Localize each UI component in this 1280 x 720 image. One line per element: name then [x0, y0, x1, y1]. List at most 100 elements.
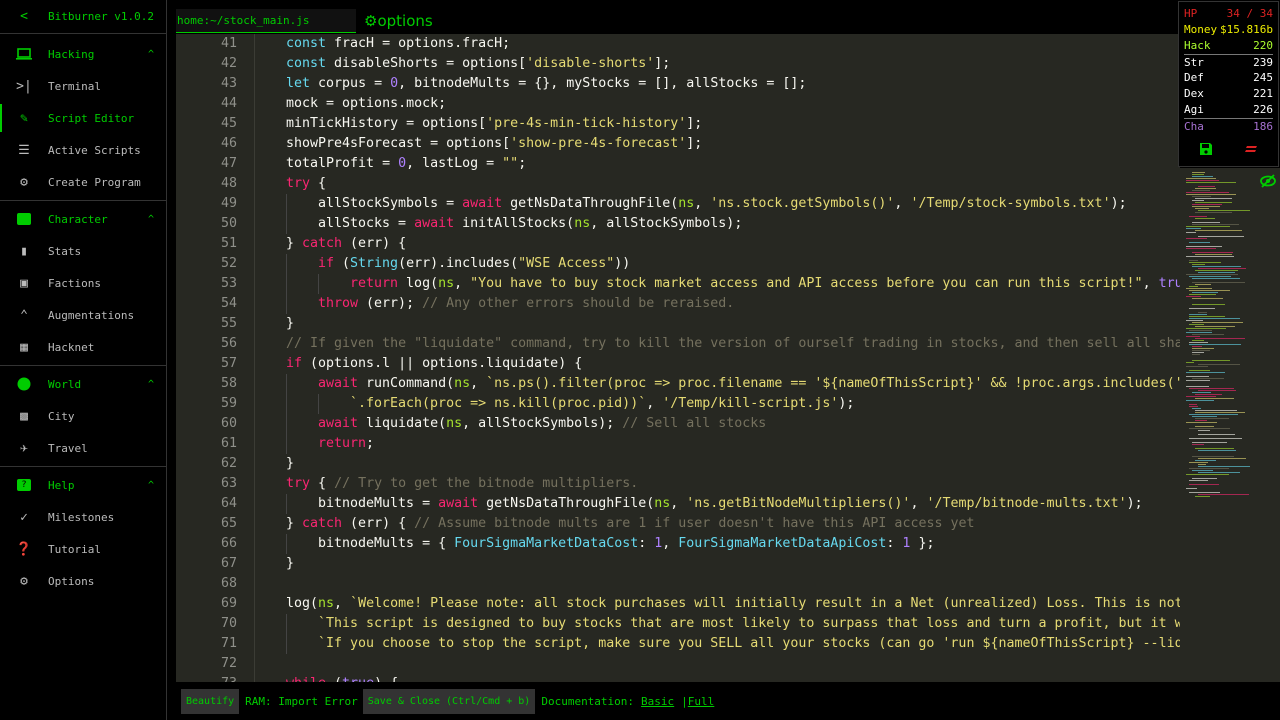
docs-full-link[interactable]: Full	[688, 695, 715, 708]
sidebar-item-active-scripts[interactable]: ☰ Active Scripts	[0, 134, 166, 166]
minimap-line	[1195, 418, 1229, 419]
code-line[interactable]: 72	[176, 654, 1180, 674]
code-token: catch	[302, 236, 343, 251]
sidebar-item-label: Augmentations	[48, 308, 135, 322]
filename-tab[interactable]: home:~/stock_main.js	[176, 9, 356, 33]
kill-scripts-icon[interactable]	[1244, 142, 1258, 156]
code-line[interactable]: 70 `This script is designed to buy stocks…	[176, 614, 1180, 634]
help-box-icon: ?	[0, 479, 48, 491]
minimap-line	[1192, 340, 1204, 341]
code-line[interactable]: 44 mock = options.mock;	[176, 94, 1180, 114]
minimap-line	[1192, 350, 1210, 351]
code-token: , allStockSymbols);	[590, 216, 743, 231]
sidebar-item-script-editor[interactable]: ✎ Script Editor	[0, 102, 166, 134]
sidebar-item-travel[interactable]: ✈ Travel	[0, 432, 166, 464]
code-line[interactable]: 55}	[176, 314, 1180, 334]
sidebar-section-world[interactable]: World ^	[0, 368, 166, 400]
sidebar-header[interactable]: < Bitburner v1.0.2	[0, 0, 166, 34]
line-number: 42	[220, 56, 237, 71]
code-line[interactable]: 52 if (String(err).includes("WSE Access")…	[176, 254, 1180, 274]
sidebar-divider	[0, 200, 166, 201]
code-text: allStocks = await initAllStocks(ns, allS…	[318, 214, 742, 234]
code-line[interactable]: 61 return;	[176, 434, 1180, 454]
sidebar-item-terminal[interactable]: >| Terminal	[0, 70, 166, 102]
sidebar-item-hacknet[interactable]: ▦ Hacknet	[0, 331, 166, 363]
code-line[interactable]: 46 showPre4sForecast = options['show-pre-…	[176, 134, 1180, 154]
terminal-icon: >|	[16, 78, 32, 94]
code-line[interactable]: 73 while (true) {	[176, 674, 1180, 682]
code-line[interactable]: 67}	[176, 554, 1180, 574]
code-line[interactable]: 66 bitnodeMults = { FourSigmaMarketDataCo…	[176, 534, 1180, 554]
code-line[interactable]: 42 const disableShorts = options['disable…	[176, 54, 1180, 74]
code-line[interactable]: 59 `.forEach(proc => ns.kill(proc.pid))`,…	[176, 394, 1180, 414]
code-line[interactable]: 45 minTickHistory = options['pre-4s-min-t…	[176, 114, 1180, 134]
code-line[interactable]: 53 return log(ns, "You have to buy stock …	[176, 274, 1180, 294]
stat-label: Cha	[1184, 120, 1204, 133]
code-line[interactable]: 62}	[176, 454, 1180, 474]
code-line[interactable]: 64 bitnodeMults = await getNsDataThroughF…	[176, 494, 1180, 514]
code-token: // Try to get the bitnode multipliers.	[334, 476, 639, 491]
eye-off-icon[interactable]	[1260, 174, 1276, 188]
sidebar-item-factions[interactable]: ▣ Factions	[0, 267, 166, 299]
chevron-up-icon[interactable]: ^	[148, 379, 154, 390]
chevron-up-icon[interactable]: ^	[148, 480, 154, 491]
minimap-line	[1192, 298, 1223, 299]
code-line[interactable]: 43 let corpus = 0, bitnodeMults = {}, myS…	[176, 74, 1180, 94]
code-line[interactable]: 48 try {	[176, 174, 1180, 194]
docs-basic-link[interactable]: Basic	[641, 695, 674, 708]
code-line[interactable]: 68	[176, 574, 1180, 594]
code-line[interactable]: 56 // If given the "liquidate" command, t…	[176, 334, 1180, 354]
sidebar-item-milestones[interactable]: ✓ Milestones	[0, 501, 166, 533]
chevron-left-icon[interactable]: <	[0, 9, 48, 24]
line-number: 69	[220, 596, 237, 611]
code-line[interactable]: 65} catch (err) { // Assume bitnode mult…	[176, 514, 1180, 534]
minimap-line	[1186, 386, 1209, 387]
code-token: showPre4sForecast = options[	[286, 136, 511, 151]
code-line[interactable]: 49 allStockSymbols = await getNsDataThrou…	[176, 194, 1180, 214]
minimap-line	[1186, 474, 1230, 475]
sidebar-section-character[interactable]: Character ^	[0, 203, 166, 235]
code-token: );	[1126, 496, 1143, 511]
chevron-up-icon[interactable]: ^	[148, 214, 154, 225]
minimap-line	[1189, 290, 1231, 291]
code-line[interactable]: 47 totalProfit = 0, lastLog = "";	[176, 154, 1180, 174]
code-line[interactable]: 54 throw (err); // Any other errors shoul…	[176, 294, 1180, 314]
sidebar-item-stats[interactable]: ▮ Stats	[0, 235, 166, 267]
code-line[interactable]: 69 log(ns, `Welcome! Please note: all sto…	[176, 594, 1180, 614]
minimap-line	[1186, 296, 1202, 297]
code-line[interactable]: 71 `If you choose to stop the script, mak…	[176, 634, 1180, 654]
save-close-button[interactable]: Save & Close (Ctrl/Cmd + b)	[362, 688, 536, 714]
code-line[interactable]: 63 try { // Try to get the bitnode multip…	[176, 474, 1180, 494]
sidebar-item-create-program[interactable]: ⚙ Create Program	[0, 166, 166, 198]
chevron-up-icon[interactable]: ^	[148, 49, 154, 60]
minimap-line	[1192, 478, 1218, 479]
editor-footer: Beautify RAM: Import Error Save & Close …	[176, 682, 1280, 720]
line-number: 43	[220, 76, 237, 91]
code-line[interactable]: 41 const fracH = options.fracH;	[176, 34, 1180, 54]
sidebar-item-tutorial[interactable]: ❓ Tutorial	[0, 533, 166, 565]
sidebar-section-hacking[interactable]: Hacking ^	[0, 38, 166, 70]
minimap-line	[1189, 370, 1211, 371]
code-line[interactable]: 50 allStocks = await initAllStocks(ns, al…	[176, 214, 1180, 234]
code-token: "WSE Access"	[518, 256, 615, 271]
code-text: if (String(err).includes("WSE Access"))	[318, 254, 630, 274]
line-number: 44	[220, 96, 237, 111]
code-line[interactable]: 60 await liquidate(ns, allStockSymbols); …	[176, 414, 1180, 434]
minimap-line	[1192, 266, 1241, 267]
code-line[interactable]: 51} catch (err) {	[176, 234, 1180, 254]
minimap[interactable]	[1180, 168, 1280, 682]
stat-value: 226	[1253, 103, 1273, 116]
minimap-line	[1186, 400, 1215, 401]
code-line[interactable]: 58 await runCommand(ns, `ns.ps().filter(p…	[176, 374, 1180, 394]
list-icon: ☰	[18, 142, 30, 158]
sidebar-item-city[interactable]: ▩ City	[0, 400, 166, 432]
line-number: 59	[220, 396, 237, 411]
code-line[interactable]: 57 if (options.l || options.liquidate) {	[176, 354, 1180, 374]
sidebar-item-options[interactable]: ⚙ Options	[0, 565, 166, 597]
sidebar-item-augmentations[interactable]: ⌃ Augmentations	[0, 299, 166, 331]
beautify-button[interactable]: Beautify	[181, 688, 240, 714]
floppy-disk-icon[interactable]	[1199, 142, 1213, 156]
sidebar-section-help[interactable]: ? Help ^	[0, 469, 166, 501]
options-button[interactable]: ⚙options	[364, 12, 433, 30]
code-editor[interactable]: 41 const fracH = options.fracH; 42 const di…	[176, 34, 1180, 682]
